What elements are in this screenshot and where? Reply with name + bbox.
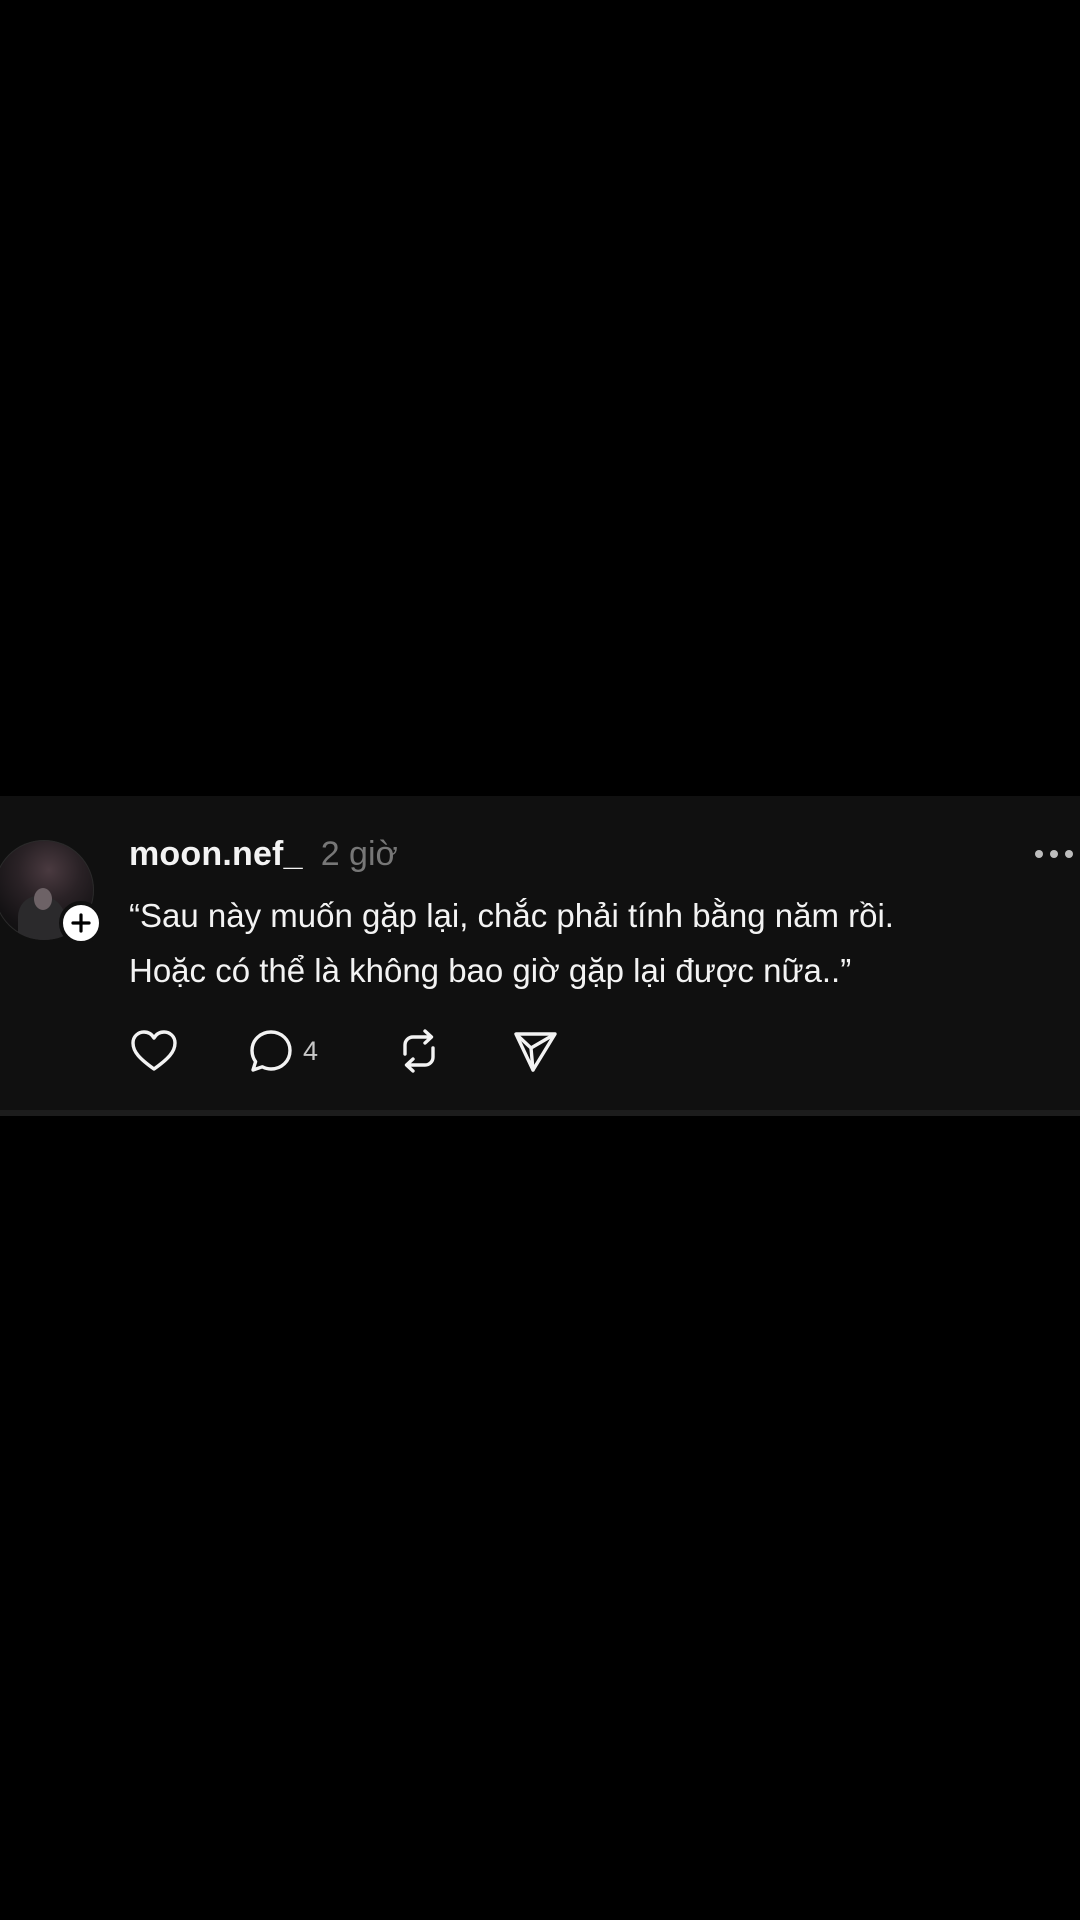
send-icon	[514, 1032, 557, 1072]
post-timestamp: 2 giờ	[320, 834, 398, 873]
post-text: “Sau này muốn gặp lại, chắc phải tính bằ…	[129, 897, 894, 989]
app-screen: moon.nef_ 2 giờ “Sau này muốn gặp lại, c…	[0, 0, 1080, 1920]
reply-button[interactable]: 4	[247, 1026, 395, 1076]
repost-icon	[403, 1029, 435, 1073]
more-icon	[1035, 850, 1073, 858]
heart-icon	[131, 1030, 177, 1071]
share-button[interactable]	[511, 1026, 559, 1076]
post-header: moon.nef_ 2 giờ	[129, 832, 398, 876]
repost-button[interactable]	[395, 1026, 511, 1076]
plus-icon	[71, 913, 91, 933]
more-options-button[interactable]	[1032, 836, 1076, 872]
follow-button[interactable]	[59, 901, 103, 945]
comment-icon	[250, 1030, 292, 1072]
username[interactable]: moon.nef_	[129, 835, 303, 874]
avatar-photo-highlight	[34, 888, 52, 910]
like-button[interactable]	[129, 1026, 247, 1076]
post-actions: 4	[129, 1026, 559, 1076]
reply-count: 4	[303, 1035, 319, 1066]
post-card[interactable]: moon.nef_ 2 giờ “Sau này muốn gặp lại, c…	[0, 796, 1080, 1116]
